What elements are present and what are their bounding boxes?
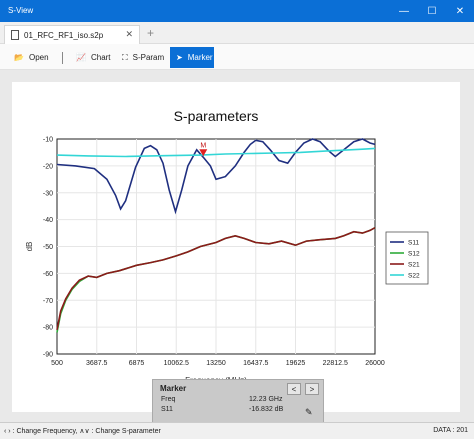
y-tick-label: -90 — [43, 352, 53, 359]
y-tick-label: -30 — [43, 190, 53, 197]
freq-value: 12.23 GHz — [249, 396, 283, 403]
marker-panel: Marker < > Freq 12.23 GHz S11 -16.832 dB… — [152, 379, 324, 423]
param-label: S11 — [161, 406, 173, 413]
y-tick-label: -80 — [43, 325, 53, 332]
tab-label: 01_RFC_RF1_iso.s2p — [24, 30, 104, 40]
pencil-icon[interactable]: ✎ — [305, 407, 313, 418]
status-bar: ‹ › : Change Frequency, ∧∨ : Change S-pa… — [0, 422, 474, 439]
close-tab-icon[interactable]: ✕ — [125, 29, 133, 40]
legend-label-s11: S11 — [408, 240, 419, 247]
maximize-button[interactable]: ☐ — [418, 0, 446, 22]
folder-icon: 📂 — [14, 53, 24, 62]
x-tick-label: 10062.5 — [164, 360, 189, 367]
s-parameter-chart[interactable]: S-parameters -10 -20 -30 -40 -50 -60 -70 -80 -905… — [12, 82, 460, 412]
window-title: S-View — [8, 6, 34, 15]
x-tick-label: 3687.5 — [86, 360, 108, 367]
y-tick-label: -60 — [43, 271, 53, 278]
chart-title: S-parameters — [174, 108, 259, 124]
next-marker-button[interactable]: > — [305, 383, 319, 395]
chart-label: Chart — [90, 53, 111, 62]
previous-marker-button[interactable]: < — [287, 383, 301, 395]
status-hint: ‹ › : Change Frequency, ∧∨ : Change S-pa… — [4, 428, 161, 435]
minimize-button[interactable]: — — [390, 0, 418, 22]
expand-icon: ⛶ — [122, 52, 128, 62]
close-window-button[interactable]: ✕ — [446, 0, 474, 22]
marker-label: M — [200, 142, 206, 149]
chart-button[interactable]: 📈 Chart — [70, 47, 117, 68]
toolbar-divider — [62, 52, 63, 64]
tab-document[interactable]: 01_RFC_RF1_iso.s2p ✕ — [4, 25, 140, 44]
param-value: -16.832 dB — [249, 406, 284, 413]
legend-label-s21: S21 — [408, 262, 420, 269]
x-tick-label: 6875 — [129, 360, 145, 367]
x-tick-label: 500 — [51, 360, 63, 367]
marker-button[interactable]: ➤ Marker — [170, 47, 214, 68]
open-button[interactable]: 📂 Open — [8, 47, 55, 68]
y-tick-label: -70 — [43, 298, 53, 305]
toolbar: 📂 Open 📈 Chart ⛶ S-Param ➤ Marker — [0, 44, 474, 70]
open-label: Open — [28, 53, 49, 62]
sparam-label: S-Param — [132, 53, 165, 62]
chart-panel[interactable]: S-parameters -10 -20 -30 -40 -50 -60 -70 -80 -90 5… — [12, 82, 460, 412]
y-axis-label: dB — [25, 242, 34, 252]
data-count: DATA : 201 — [433, 427, 468, 434]
tab-strip: 01_RFC_RF1_iso.s2p ✕ + — [0, 22, 474, 44]
legend-box — [385, 231, 429, 285]
y-tick-label: -50 — [43, 244, 53, 251]
x-tick-label: 22812.5 — [323, 360, 348, 367]
x-tick-label: 26000 — [365, 360, 385, 367]
y-tick-label: -10 — [43, 137, 53, 144]
x-tick-label: 16437.5 — [243, 360, 268, 367]
new-tab-button[interactable]: + — [147, 26, 154, 40]
y-tick-label: -40 — [43, 217, 53, 224]
cursor-icon: ➤ — [176, 53, 183, 62]
document-icon — [11, 30, 19, 40]
legend-label-s22: S22 — [408, 273, 420, 280]
title-bar: S-View — ☐ ✕ — [0, 0, 474, 22]
y-tick-label: -20 — [43, 163, 53, 170]
freq-label: Freq — [161, 396, 176, 403]
sparam-button[interactable]: ⛶ S-Param — [116, 47, 170, 68]
marker-label: Marker — [187, 53, 213, 62]
x-tick-label: 13250 — [206, 360, 226, 367]
work-area: S-parameters -10 -20 -30 -40 -50 -60 -70 -80 -90 5… — [0, 70, 474, 422]
x-tick-label: 19625 — [286, 360, 306, 367]
chart-icon: 📈 — [76, 53, 86, 62]
marker-panel-title: Marker — [160, 384, 187, 393]
legend-label-s12: S12 — [408, 251, 420, 258]
